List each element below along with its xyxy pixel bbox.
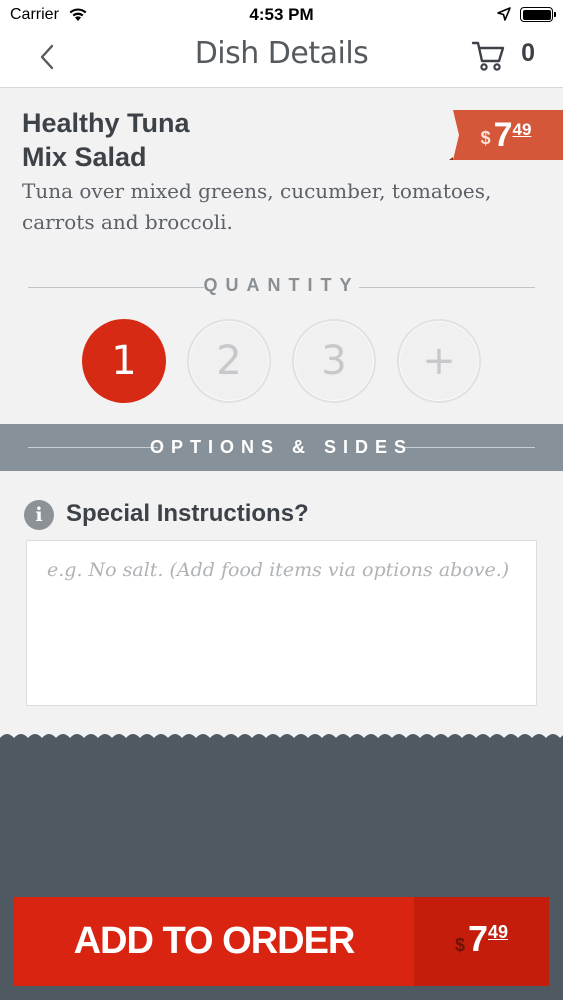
quantity-option-1[interactable]: 1 bbox=[82, 319, 166, 403]
quantity-more-button[interactable]: + bbox=[397, 319, 481, 403]
quantity-header: QUANTITY bbox=[28, 273, 535, 303]
divider bbox=[405, 447, 535, 448]
quantity-option-2[interactable]: 2 bbox=[187, 319, 271, 403]
price-cents: 49 bbox=[512, 120, 532, 139]
dish-name: Healthy Tuna Mix Salad bbox=[22, 108, 190, 172]
info-icon: i bbox=[24, 500, 54, 530]
divider bbox=[359, 287, 535, 288]
cart-count: 0 bbox=[521, 39, 535, 67]
cart-icon bbox=[471, 41, 505, 71]
price-tag: $ 7 49 bbox=[449, 110, 563, 160]
quantity-label: QUANTITY bbox=[203, 275, 360, 295]
nav-bar: Dish Details 0 bbox=[0, 30, 563, 88]
quantity-option-3[interactable]: 3 bbox=[292, 319, 376, 403]
add-to-order-button[interactable]: ADD TO ORDER $ 7 49 bbox=[14, 897, 549, 986]
wavy-edge bbox=[0, 734, 563, 744]
cart-button[interactable] bbox=[471, 38, 507, 74]
add-to-order-price: $ 7 49 bbox=[414, 897, 549, 986]
add-to-order-label: ADD TO ORDER bbox=[73, 920, 356, 962]
status-bar: Carrier 4:53 PM bbox=[0, 0, 563, 30]
dish-description: Tuna over mixed greens, cucumber, tomato… bbox=[22, 179, 492, 234]
status-time: 4:53 PM bbox=[249, 5, 314, 24]
location-arrow-icon bbox=[497, 7, 511, 26]
special-instructions-input[interactable] bbox=[26, 540, 537, 706]
add-price-dollars: 7 bbox=[467, 918, 488, 959]
options-sides-button[interactable]: OPTIONS & SIDES bbox=[0, 424, 563, 471]
price-dollars: 7 bbox=[493, 116, 513, 154]
add-price-cents: 49 bbox=[488, 922, 509, 942]
battery-icon bbox=[520, 7, 556, 22]
price-currency: $ bbox=[480, 128, 491, 148]
add-price-currency: $ bbox=[454, 935, 465, 955]
special-instructions-label: Special Instructions? bbox=[66, 500, 309, 527]
